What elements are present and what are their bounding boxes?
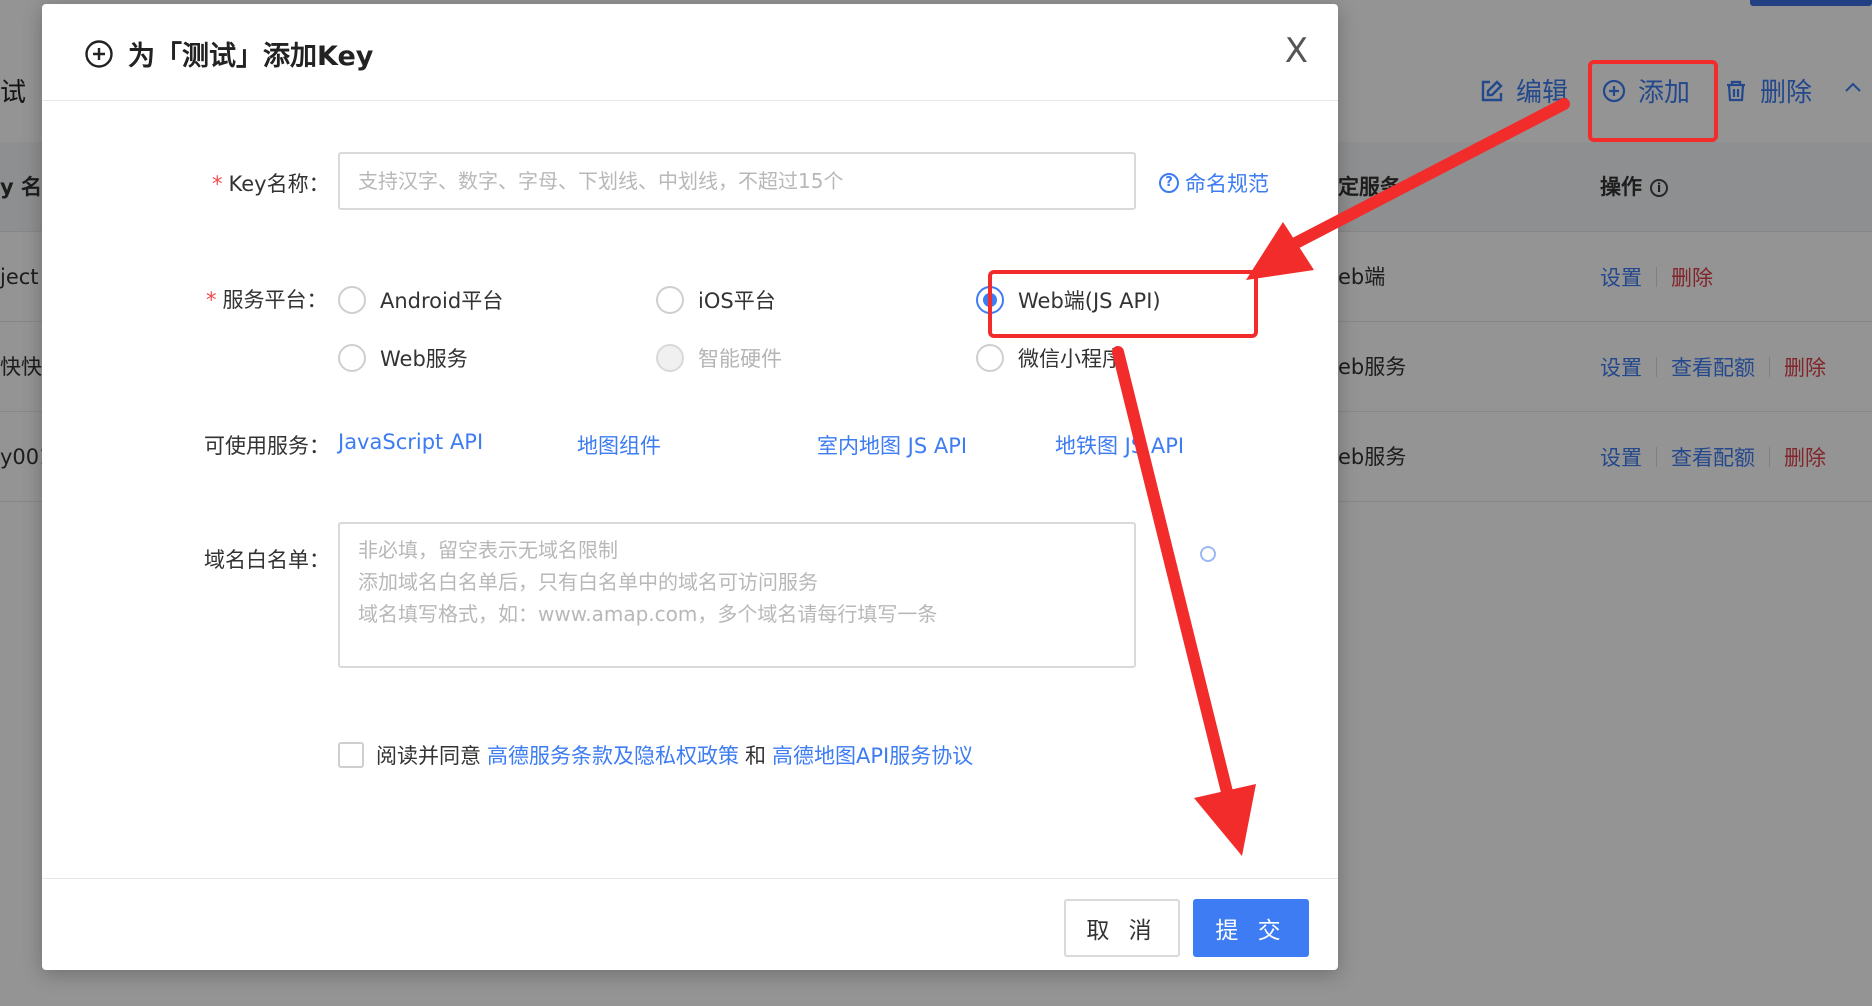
radio-web-service[interactable]: Web服务 xyxy=(338,343,468,373)
radio-android[interactable]: Android平台 xyxy=(338,285,503,315)
radio-circle-disabled xyxy=(656,344,684,372)
dialog-title: 为「测试」添加Key xyxy=(84,34,373,73)
dialog-header: 为「测试」添加Key X xyxy=(42,4,1338,101)
plus-circle-icon xyxy=(85,39,113,68)
help-icon[interactable] xyxy=(1200,546,1216,562)
submit-button[interactable]: 提 交 xyxy=(1193,899,1309,957)
radio-circle xyxy=(338,286,366,314)
annotation-highlight-web-js xyxy=(988,270,1258,338)
add-key-dialog: 为「测试」添加Key X *Key名称： ?命名规范 *服务平台： Androi… xyxy=(42,4,1338,970)
domain-whitelist-label: 域名白名单： xyxy=(204,548,330,572)
radio-label: 智能硬件 xyxy=(698,347,782,371)
platform-label: * 服务平台： xyxy=(206,284,328,314)
radio-circle xyxy=(976,344,1004,372)
key-name-label: * Key名称： xyxy=(212,168,330,198)
naming-rules-link[interactable]: ? 命名规范 xyxy=(1159,168,1269,198)
required-mark: * xyxy=(212,172,223,196)
radio-wechat-miniprogram[interactable]: 微信小程序 xyxy=(976,343,1123,373)
key-name-label-text: Key名称： xyxy=(228,172,330,196)
platform-label-text: 服务平台： xyxy=(222,288,328,312)
agreement-row: 阅读并同意 高德服务条款及隐私权政策 和 高德地图API服务协议 xyxy=(338,740,979,770)
cancel-button[interactable]: 取 消 xyxy=(1064,899,1180,957)
annotation-highlight-add xyxy=(1588,60,1718,142)
radio-label: Android平台 xyxy=(380,289,504,313)
radio-ios[interactable]: iOS平台 xyxy=(656,285,776,315)
radio-label: Web服务 xyxy=(380,347,468,371)
question-icon: ? xyxy=(1159,173,1179,193)
service-link[interactable]: JavaScript API xyxy=(338,430,483,454)
dialog-title-text: 为「测试」添加Key xyxy=(128,41,374,72)
service-link[interactable]: 室内地图 JS API xyxy=(817,430,967,460)
agreement-prefix: 阅读并同意 xyxy=(376,744,481,768)
radio-label: iOS平台 xyxy=(698,289,776,313)
dialog-footer: 取 消 提 交 xyxy=(42,878,1338,970)
radio-circle xyxy=(656,286,684,314)
close-icon[interactable]: X xyxy=(1285,34,1308,68)
naming-rules-text: 命名规范 xyxy=(1185,172,1269,196)
required-mark: * xyxy=(206,288,217,312)
service-link[interactable]: 地铁图 JS API xyxy=(1055,430,1184,460)
radio-smart-hardware: 智能硬件 xyxy=(656,343,782,373)
services-label: 可使用服务： xyxy=(204,434,330,458)
agreement-checkbox[interactable] xyxy=(338,742,364,768)
agreement-conj: 和 xyxy=(745,744,766,768)
terms-link[interactable]: 高德服务条款及隐私权政策 xyxy=(487,740,739,770)
radio-label: 微信小程序 xyxy=(1018,347,1123,371)
domain-whitelist-textarea[interactable] xyxy=(338,522,1136,668)
radio-circle xyxy=(338,344,366,372)
service-link[interactable]: 地图组件 xyxy=(577,430,661,460)
key-name-input[interactable] xyxy=(338,152,1136,210)
api-agreement-link[interactable]: 高德地图API服务协议 xyxy=(772,740,973,770)
